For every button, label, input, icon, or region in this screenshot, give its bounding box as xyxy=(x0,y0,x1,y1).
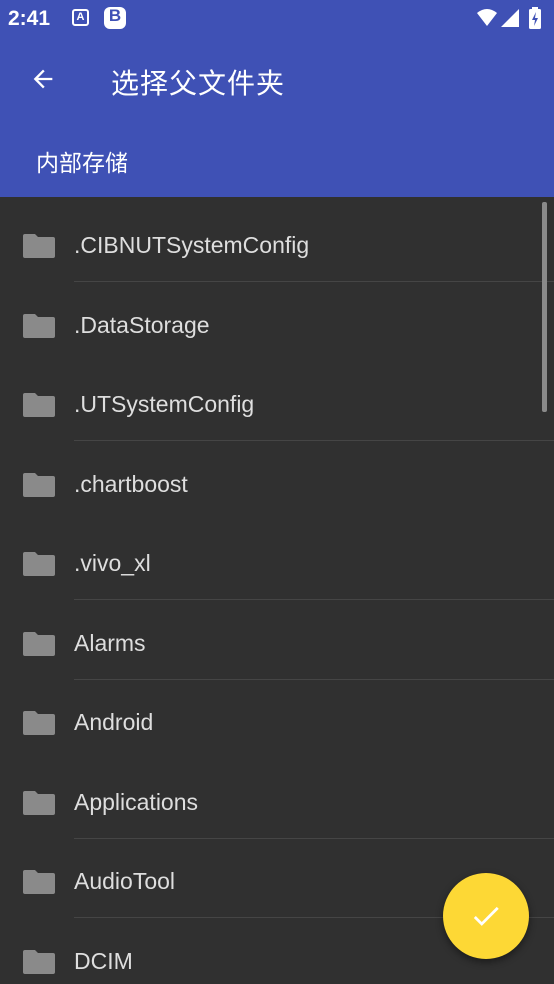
folder-name: .CIBNUTSystemConfig xyxy=(74,232,310,258)
folder-icon xyxy=(22,551,56,581)
status-icons xyxy=(476,6,546,30)
folder-name: .UTSystemConfig xyxy=(74,391,255,417)
folder-icon xyxy=(22,949,56,979)
page-title: 选择父文件夹 xyxy=(111,67,286,100)
folder-list[interactable]: .CIBNUTSystemConfig .DataStorage .UTSystem… xyxy=(0,197,554,984)
notification-a-icon: A xyxy=(72,9,89,26)
list-item[interactable]: .vivo_xl xyxy=(0,520,554,600)
app-header: 2:41 A B 选择父文件夹 内部存储 xyxy=(0,0,554,197)
toolbar: 选择父文件夹 xyxy=(0,38,554,122)
folder-name: Android xyxy=(74,709,154,735)
status-time: 2:41 xyxy=(8,7,51,30)
list-item[interactable]: .CIBNUTSystemConfig xyxy=(0,202,554,282)
folder-icon xyxy=(22,869,56,899)
folder-name: Alarms xyxy=(74,629,146,656)
folder-name: .DataStorage xyxy=(74,311,210,338)
status-bar: 2:41 A B xyxy=(0,0,554,38)
list-item[interactable]: .DataStorage xyxy=(0,282,554,362)
folder-name: DCIM xyxy=(74,947,133,974)
folder-name: Applications xyxy=(74,788,199,815)
notification-b-icon: B xyxy=(104,7,126,29)
folder-name: AudioTool xyxy=(74,868,176,894)
list-item[interactable]: .UTSystemConfig xyxy=(0,361,554,441)
battery-icon xyxy=(529,7,541,29)
folder-icon xyxy=(22,313,56,343)
folder-name: .chartboost xyxy=(74,470,188,497)
wifi-icon xyxy=(477,9,497,26)
signal-icon xyxy=(501,9,519,27)
list-item[interactable]: Android xyxy=(0,679,554,759)
confirm-button[interactable] xyxy=(443,873,529,959)
folder-icon xyxy=(22,710,56,740)
list-item[interactable]: Applications xyxy=(0,759,554,839)
check-icon xyxy=(473,906,499,926)
folder-icon xyxy=(22,233,56,263)
folder-icon xyxy=(22,790,56,820)
folder-name: .vivo_xl xyxy=(74,550,151,576)
back-button[interactable] xyxy=(20,56,66,102)
folder-icon xyxy=(22,392,56,422)
list-item[interactable]: Alarms xyxy=(0,600,554,680)
scrollbar[interactable] xyxy=(542,202,547,412)
folder-icon xyxy=(22,472,56,502)
list-item[interactable]: .chartboost xyxy=(0,441,554,521)
breadcrumb[interactable]: 内部存储 xyxy=(36,144,128,178)
folder-icon xyxy=(22,631,56,661)
arrow-back-icon xyxy=(33,69,53,89)
